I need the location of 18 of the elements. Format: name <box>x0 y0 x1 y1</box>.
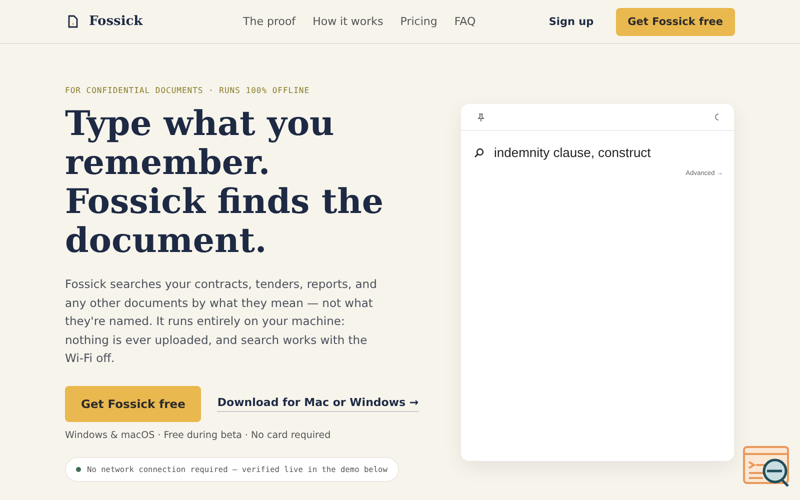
nav-link[interactable]: The proof <box>243 15 296 28</box>
get-free-button[interactable]: Get Fossick free <box>65 386 202 422</box>
search-field[interactable]: indemnity clause, construct <box>494 145 722 160</box>
eyebrow-text: FOR CONFIDENTIAL DOCUMENTS · RUNS 100% OFFLINE <box>65 86 311 95</box>
document-icon <box>68 15 78 28</box>
nav-link[interactable]: FAQ <box>454 15 476 28</box>
brand-name[interactable]: Fossick <box>89 14 143 29</box>
sign-up-link[interactable]: Sign up <box>548 16 594 28</box>
platform-note: Windows & macOS · Free during beta · No card required <box>65 430 332 440</box>
download-link[interactable]: Download for Mac or Windows → <box>217 396 419 412</box>
headline: Type what you remember. Fossick finds the document. <box>65 105 385 261</box>
search-icon <box>474 148 484 158</box>
moon-icon[interactable] <box>714 113 720 121</box>
nav-link[interactable]: Pricing <box>400 15 438 28</box>
get-free-button[interactable]: Get Fossick free <box>616 8 735 36</box>
pin-icon[interactable] <box>477 112 485 122</box>
intro-paragraph: Fossick searches your contracts, tenders, reports, and any other documents by what they mean — not what they're named. It runs entirely on your machine: nothing is ever uploaded, and search works with the Wi-Fi off. <box>65 276 378 367</box>
nav-link[interactable]: How it works <box>312 15 384 28</box>
